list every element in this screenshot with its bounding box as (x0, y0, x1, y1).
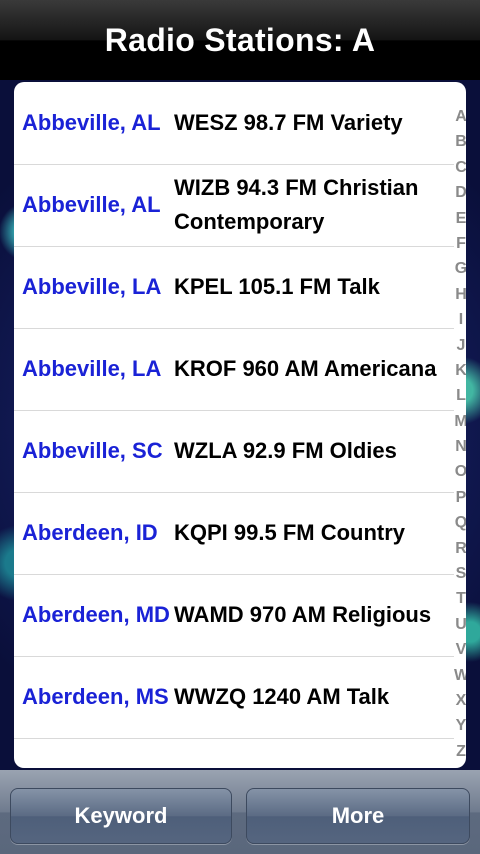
index-letter-y[interactable]: Y (454, 713, 466, 738)
bottom-toolbar: Keyword More (0, 770, 480, 854)
index-letter-d[interactable]: D (454, 180, 466, 205)
list-item[interactable]: Abbeville, AL WESZ 98.7 FM Variety (14, 82, 454, 165)
index-letter-j[interactable]: J (454, 333, 466, 358)
station-label: KPEL 105.1 FM Talk (174, 274, 380, 299)
city-label: Aberdeen, MD (22, 602, 170, 627)
city-label: Aberdeen, ID (22, 520, 158, 545)
list-item-partial[interactable] (14, 738, 454, 768)
station-label: WESZ 98.7 FM Variety (174, 110, 403, 135)
list-item[interactable]: Abbeville, AL WIZB 94.3 FM Christian Con… (14, 164, 454, 247)
list-item[interactable]: Aberdeen, MS WWZQ 1240 AM Talk (14, 656, 454, 739)
index-letter-e[interactable]: E (454, 206, 466, 231)
index-letter-f[interactable]: F (454, 231, 466, 256)
index-letter-m[interactable]: M (454, 409, 466, 434)
index-letter-c[interactable]: C (454, 155, 466, 180)
city-label: Abbeville, AL (22, 192, 161, 217)
city-label: Abbeville, AL (22, 110, 161, 135)
index-letter-v[interactable]: V (454, 637, 466, 662)
index-letter-t[interactable]: T (454, 586, 466, 611)
keyword-button[interactable]: Keyword (10, 788, 232, 844)
city-label: Abbeville, LA (22, 274, 162, 299)
title-bar: Radio Stations: A (0, 0, 480, 80)
list-item[interactable]: Abbeville, LA KPEL 105.1 FM Talk (14, 246, 454, 329)
list-item[interactable]: Aberdeen, MD WAMD 970 AM Religious (14, 574, 454, 657)
city-label: Abbeville, LA (22, 356, 162, 381)
city-label: Aberdeen, MS (22, 684, 169, 709)
station-label: KROF 960 AM Americana (174, 356, 437, 381)
index-letter-a[interactable]: A (454, 104, 466, 129)
city-label: Abbeville, SC (22, 438, 163, 463)
list-item[interactable]: Aberdeen, ID KQPI 99.5 FM Country (14, 492, 454, 575)
list-item[interactable]: Abbeville, SC WZLA 92.9 FM Oldies (14, 410, 454, 493)
index-letter-p[interactable]: P (454, 485, 466, 510)
station-label: WIZB 94.3 FM Christian Contemporary (174, 175, 419, 234)
index-letter-i[interactable]: I (454, 307, 466, 332)
index-letter-s[interactable]: S (454, 561, 466, 586)
index-letter-b[interactable]: B (454, 129, 466, 154)
index-letter-n[interactable]: N (454, 434, 466, 459)
index-letter-h[interactable]: H (454, 282, 466, 307)
station-list[interactable]: Abbeville, AL WESZ 98.7 FM Variety Abbev… (14, 82, 466, 768)
index-letter-r[interactable]: R (454, 536, 466, 561)
page-title: Radio Stations: A (104, 21, 376, 58)
index-letter-g[interactable]: G (454, 256, 466, 281)
station-label: KQPI 99.5 FM Country (174, 520, 406, 545)
index-letter-z[interactable]: Z (454, 739, 466, 764)
index-letter-l[interactable]: L (454, 383, 466, 408)
index-letter-q[interactable]: Q (454, 510, 466, 535)
index-letter-o[interactable]: O (454, 459, 466, 484)
station-label: WAMD 970 AM Religious (174, 602, 432, 627)
index-letter-x[interactable]: X (454, 688, 466, 713)
station-label: WZLA 92.9 FM Oldies (174, 438, 397, 463)
more-button[interactable]: More (246, 788, 470, 844)
list-item[interactable]: Abbeville, LA KROF 960 AM Americana (14, 328, 454, 411)
alphabet-index[interactable]: ABCDEFGHIJKLMNOPQRSTUVWXYZ (454, 104, 466, 764)
index-letter-k[interactable]: K (454, 358, 466, 383)
index-letter-w[interactable]: W (454, 663, 466, 688)
station-label: WWZQ 1240 AM Talk (174, 684, 390, 709)
index-letter-u[interactable]: U (454, 612, 466, 637)
